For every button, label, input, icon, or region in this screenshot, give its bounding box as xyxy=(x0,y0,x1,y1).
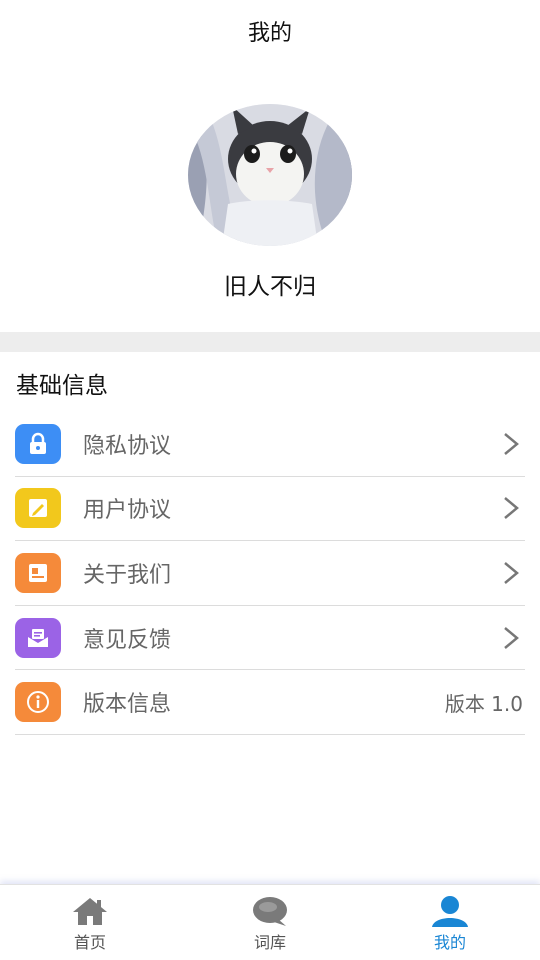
tab-label: 我的 xyxy=(433,933,466,952)
avatar[interactable] xyxy=(188,104,352,246)
chevron-right-icon xyxy=(504,432,519,455)
menu-item-label: 意见反馈 xyxy=(83,627,172,653)
feedback-mail-icon xyxy=(15,617,61,658)
menu-item-about-us[interactable]: 关于我们 xyxy=(15,541,525,606)
lock-icon xyxy=(15,423,61,464)
menu-item-label: 隐私协议 xyxy=(83,433,172,459)
profile-page: 我的 旧人不归 基础信息 隐私协议 用户协议 关于我们 意见反馈 版本信息 版本… xyxy=(0,0,540,960)
chevron-right-icon xyxy=(504,626,519,649)
page-title: 我的 xyxy=(247,21,292,46)
settings-menu: 隐私协议 用户协议 关于我们 意见反馈 版本信息 版本 1.0 xyxy=(0,412,540,735)
chevron-right-icon xyxy=(504,562,519,584)
username: 旧人不归 xyxy=(224,274,316,300)
version-value: 版本 1.0 xyxy=(444,691,523,716)
menu-item-label: 版本信息 xyxy=(83,692,172,718)
menu-item-feedback[interactable]: 意见反馈 xyxy=(15,606,525,671)
info-icon xyxy=(15,682,61,723)
tab-label: 首页 xyxy=(73,933,106,952)
tab-label: 词库 xyxy=(253,933,286,952)
user-icon xyxy=(432,896,468,927)
tab-wordbank[interactable]: 词库 xyxy=(180,885,360,960)
menu-item-label: 用户协议 xyxy=(83,498,172,524)
document-icon xyxy=(15,552,61,593)
chevron-right-icon xyxy=(504,497,519,520)
section-divider xyxy=(0,332,540,352)
tab-mine[interactable]: 我的 xyxy=(360,885,540,960)
chat-bubble-icon xyxy=(253,897,287,926)
tab-home[interactable]: 首页 xyxy=(0,885,180,960)
edit-note-icon xyxy=(15,488,61,529)
page-header: 我的 xyxy=(0,0,540,62)
menu-item-privacy[interactable]: 隐私协议 xyxy=(15,412,525,477)
menu-item-user-agreement[interactable]: 用户协议 xyxy=(15,477,525,542)
menu-item-version[interactable]: 版本信息 版本 1.0 xyxy=(15,670,525,735)
bottom-tab-bar: 首页 词库 我的 xyxy=(0,884,540,960)
section-title: 基础信息 xyxy=(16,373,108,399)
home-icon xyxy=(73,898,107,925)
profile-section: 旧人不归 xyxy=(0,62,540,332)
menu-item-label: 关于我们 xyxy=(83,562,172,588)
